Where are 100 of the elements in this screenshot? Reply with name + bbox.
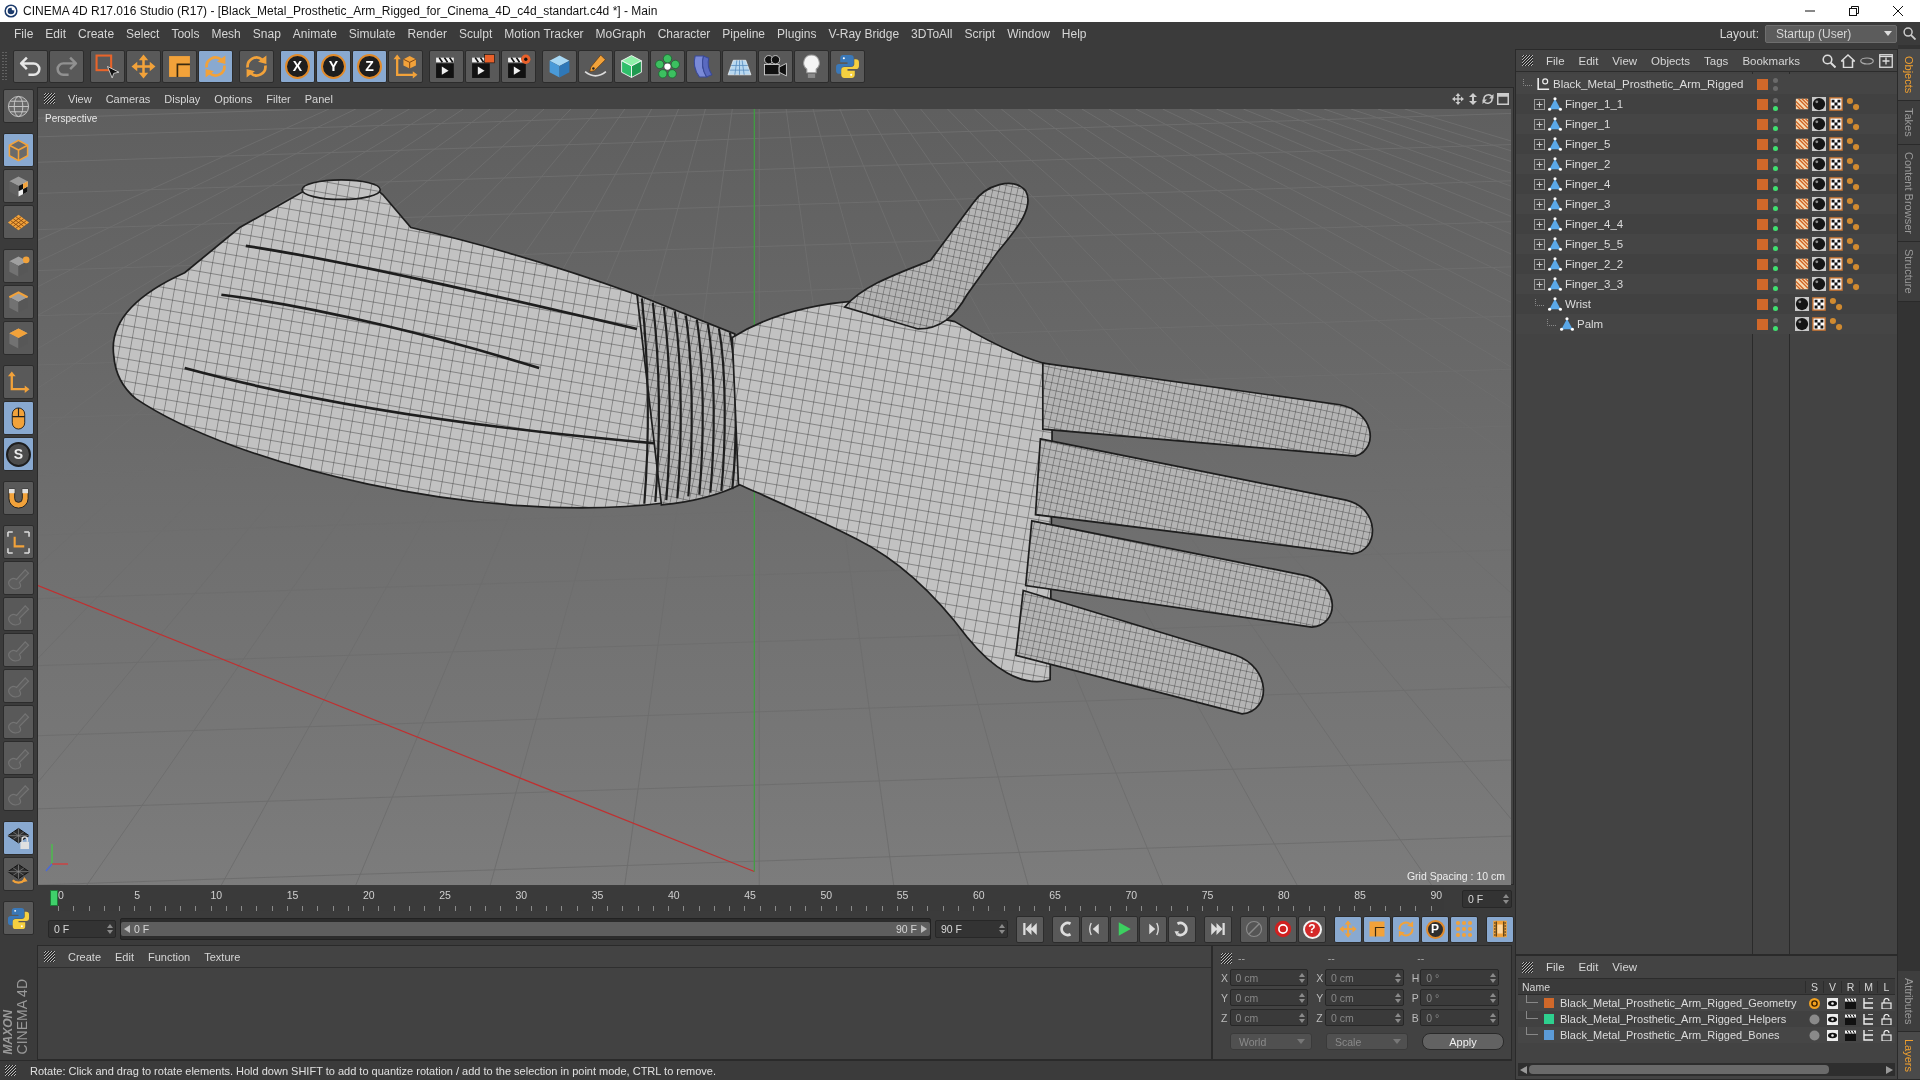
checker-tag-icon[interactable] (1829, 177, 1843, 191)
axis-corner-button[interactable] (3, 525, 34, 559)
striped-tag-icon[interactable] (1795, 97, 1809, 111)
layer-swatch-icon[interactable] (1757, 198, 1768, 210)
clapperboard-icon[interactable] (1844, 1029, 1856, 1041)
checker-tag-icon[interactable] (1829, 257, 1843, 271)
editor-visibility-dot-icon[interactable] (1773, 217, 1778, 223)
end-frame-field[interactable]: 90 F (935, 920, 1008, 938)
material-menu-item[interactable]: Function (141, 950, 198, 963)
dots-tag-icon[interactable] (1846, 217, 1860, 231)
layer-swatch-icon[interactable] (1757, 118, 1768, 130)
sphere-tag-icon[interactable] (1795, 317, 1809, 331)
auto-keying-button[interactable]: ? (1298, 915, 1326, 943)
menu-item[interactable]: Render (401, 26, 453, 41)
clapperboard-icon[interactable] (1844, 997, 1856, 1009)
play-button[interactable] (1110, 915, 1138, 943)
render-visibility-dot-icon[interactable] (1773, 205, 1778, 211)
column-header[interactable]: Name (1518, 980, 1805, 993)
menu-item[interactable]: Character (651, 26, 717, 41)
layer-swatch-icon[interactable] (1757, 78, 1768, 90)
striped-tag-icon[interactable] (1795, 197, 1809, 211)
object-menu-item[interactable]: File (1539, 54, 1572, 67)
editor-visibility-dot-icon[interactable] (1773, 177, 1778, 183)
editor-visibility-dot-icon[interactable] (1773, 297, 1778, 303)
panel-tab[interactable]: Attributes (1898, 970, 1920, 1032)
render-visibility-dot-icon[interactable] (1773, 185, 1778, 191)
key-points-button[interactable] (1450, 915, 1478, 943)
move-tool-button[interactable] (126, 49, 161, 83)
menu-item[interactable]: Create (72, 26, 121, 41)
expand-box-icon[interactable] (1534, 258, 1545, 270)
menu-item[interactable]: Sculpt (452, 26, 499, 41)
menu-item[interactable]: Window (1001, 26, 1056, 41)
render-visibility-dot-icon[interactable] (1773, 105, 1778, 111)
cloner-button[interactable] (650, 49, 685, 83)
object-menu-item[interactable]: Objects (1644, 54, 1698, 67)
editor-visibility-dot-icon[interactable] (1773, 197, 1778, 203)
edges-mode-button[interactable] (3, 285, 34, 319)
column-header[interactable]: R (1841, 980, 1859, 993)
deformer-button[interactable] (686, 49, 721, 83)
go-to-end-button[interactable] (1204, 915, 1232, 943)
editor-visibility-dot-icon[interactable] (1773, 97, 1778, 103)
axis-mode-button[interactable] (3, 365, 34, 399)
sphere-tag-icon[interactable] (1812, 277, 1826, 291)
up-down-arrows-icon[interactable] (1467, 92, 1479, 105)
expand-box-icon[interactable] (1534, 178, 1545, 190)
layer-swatch-icon[interactable] (1757, 158, 1768, 170)
viewport-menu-item[interactable]: Filter (259, 92, 298, 105)
go-to-start-button[interactable] (1016, 915, 1044, 943)
checker-tag-icon[interactable] (1829, 137, 1843, 151)
spinner-arrows-icon[interactable] (1299, 992, 1306, 1003)
menu-item[interactable]: Simulate (342, 26, 402, 41)
solo-button[interactable]: S (3, 437, 34, 471)
floor-button[interactable] (722, 49, 757, 83)
maximize-view-icon[interactable] (1497, 92, 1509, 105)
timeline-button[interactable] (1486, 915, 1514, 943)
playhead-marker[interactable] (50, 890, 58, 906)
scrollbar-thumb[interactable] (1529, 1065, 1829, 1074)
eye-icon[interactable] (1826, 1013, 1838, 1025)
horizontal-scrollbar[interactable] (1518, 1063, 1895, 1076)
column-header[interactable]: S (1805, 980, 1823, 993)
sphere-tag-icon[interactable] (1812, 117, 1826, 131)
search-icon[interactable] (1903, 27, 1916, 40)
workplane-view-button[interactable] (3, 89, 34, 123)
expand-box-icon[interactable] (1534, 278, 1545, 290)
panel-grip-icon[interactable] (44, 951, 55, 962)
expand-box-icon[interactable] (1534, 118, 1545, 130)
menu-item[interactable]: Plugins (771, 26, 823, 41)
sphere-tag-icon[interactable] (1812, 177, 1826, 191)
dots-tag-icon[interactable] (1846, 117, 1860, 131)
light-button[interactable] (794, 49, 829, 83)
checker-tag-icon[interactable] (1829, 237, 1843, 251)
layer-swatch-icon[interactable] (1757, 258, 1768, 270)
spinner-arrows-icon[interactable] (1490, 992, 1496, 1003)
sphere-tag-icon[interactable] (1812, 157, 1826, 171)
spinner-arrows-icon[interactable] (1394, 992, 1401, 1003)
menu-item[interactable]: Select (120, 26, 166, 41)
hierarchy-icon[interactable] (1862, 1029, 1874, 1041)
previous-key-button[interactable] (1052, 915, 1080, 943)
padlock-icon[interactable] (1880, 997, 1892, 1009)
sphere-tag-icon[interactable] (1812, 217, 1826, 231)
striped-tag-icon[interactable] (1795, 157, 1809, 171)
model-mode-button[interactable] (3, 133, 34, 167)
undo-button[interactable] (13, 49, 48, 83)
right-triangle-icon[interactable] (1886, 1065, 1893, 1074)
striped-tag-icon[interactable] (1795, 117, 1809, 131)
expand-box-icon[interactable] (1534, 238, 1545, 250)
left-triangle-icon[interactable] (1520, 1065, 1527, 1074)
menu-item[interactable]: File (8, 26, 40, 41)
workplane-rotate-button[interactable] (3, 857, 34, 891)
menu-item[interactable]: Edit (39, 26, 73, 41)
sphere-tag-icon[interactable] (1795, 297, 1809, 311)
layer-swatch-icon[interactable] (1757, 278, 1768, 290)
dots-tag-icon[interactable] (1846, 157, 1860, 171)
striped-tag-icon[interactable] (1795, 177, 1809, 191)
left-triangle-icon[interactable] (124, 925, 130, 933)
layer-swatch-icon[interactable] (1757, 178, 1768, 190)
striped-tag-icon[interactable] (1795, 257, 1809, 271)
checker-tag-icon[interactable] (1812, 297, 1826, 311)
axis-lock-button[interactable]: X (280, 49, 315, 83)
dots-tag-icon[interactable] (1829, 297, 1843, 311)
